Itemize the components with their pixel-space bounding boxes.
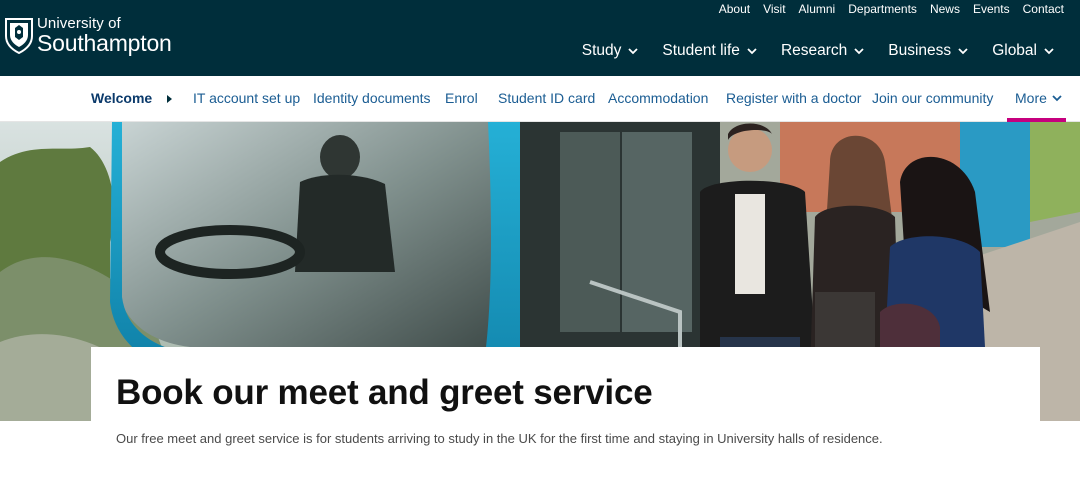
subnav-student-id-card[interactable]: Student ID card [498,90,595,106]
utility-link-about[interactable]: About [719,2,750,16]
subnav-accommodation[interactable]: Accommodation [608,90,708,106]
subnav-welcome[interactable]: Welcome [91,90,152,106]
main-nav-student-life[interactable]: Student life [662,42,757,60]
page-intro: Our free meet and greet service is for s… [116,431,883,446]
utility-link-departments[interactable]: Departments [848,2,917,16]
utility-nav: About Visit Alumni Departments News Even… [719,2,1064,16]
section-subnav: Welcome IT account set up Identity docum… [0,76,1080,122]
site-header: University of Southampton About Visit Al… [0,0,1080,76]
main-nav-label: Research [780,42,848,59]
main-nav: Study Student life Research Business Glo… [582,42,1054,60]
main-nav-label: Global [992,42,1037,59]
content-card: Book our meet and greet service Our free… [91,347,1040,486]
page-title: Book our meet and greet service [116,373,653,412]
chevron-down-icon [854,47,864,54]
main-nav-study[interactable]: Study [582,42,639,60]
chevron-down-icon [747,47,757,54]
subnav-it-account[interactable]: IT account set up [193,90,300,106]
utility-link-events[interactable]: Events [973,2,1010,16]
subnav-identity-documents[interactable]: Identity documents [313,90,431,106]
shield-crest-icon [5,18,33,54]
main-nav-label: Student life [662,42,740,59]
subnav-register-doctor[interactable]: Register with a doctor [726,90,861,106]
logo-line-1: University of [37,14,121,32]
utility-link-visit[interactable]: Visit [763,2,785,16]
university-logo[interactable]: University of Southampton [4,14,172,56]
chevron-down-icon [1052,94,1062,101]
chevron-down-icon [628,47,639,54]
chevron-right-icon [167,95,172,103]
subnav-join-community[interactable]: Join our community [872,90,993,106]
subnav-more-button[interactable]: More [1015,90,1062,106]
main-nav-research[interactable]: Research [781,42,864,60]
logo-line-2: Southampton [37,29,172,56]
main-nav-label: Business [888,42,952,59]
subnav-enrol[interactable]: Enrol [445,90,478,106]
chevron-down-icon [1044,47,1054,54]
utility-link-contact[interactable]: Contact [1023,2,1064,16]
utility-link-news[interactable]: News [930,2,960,16]
main-nav-global[interactable]: Global [992,42,1054,60]
subnav-more-label: More [1015,90,1047,106]
utility-link-alumni[interactable]: Alumni [799,2,836,16]
chevron-down-icon [958,47,968,54]
main-nav-label: Study [581,42,622,59]
main-nav-business[interactable]: Business [888,42,968,60]
